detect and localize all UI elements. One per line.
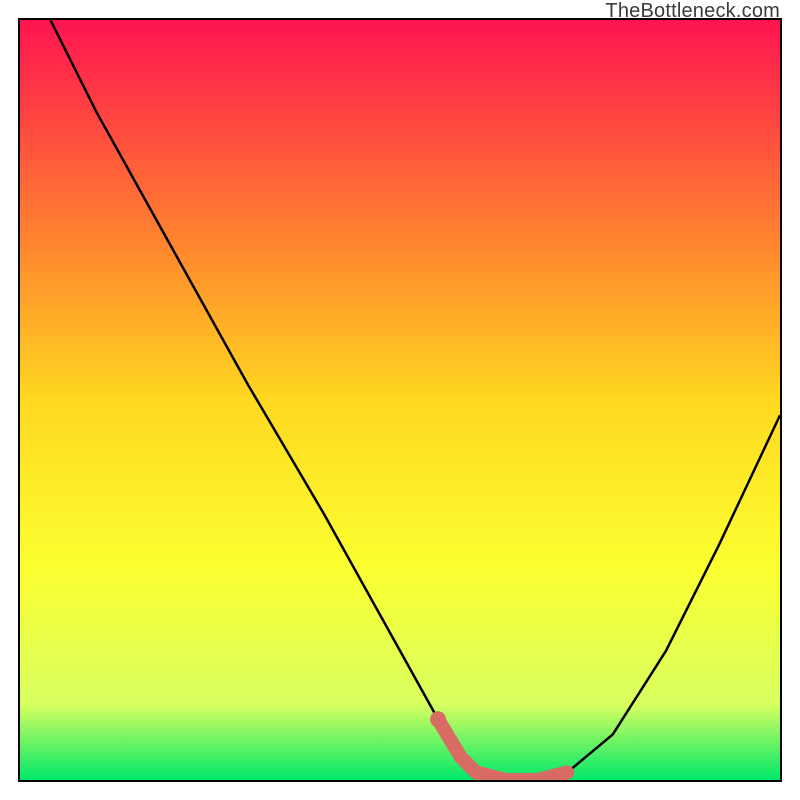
chart-container: TheBottleneck.com — [0, 0, 800, 800]
plot-area — [18, 18, 782, 782]
gradient-background — [20, 20, 780, 780]
